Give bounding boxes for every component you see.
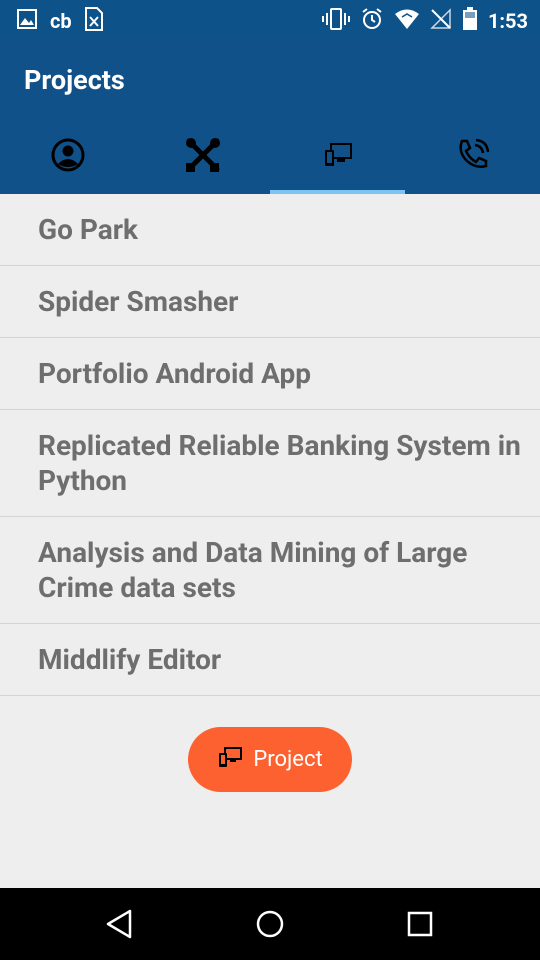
page-title: Projects [24,64,125,96]
wifi-icon [394,8,420,34]
list-item[interactable]: Spider Smasher [0,266,540,338]
tab-projects[interactable] [270,120,405,194]
battery-icon [462,7,478,35]
app-bar: Projects [0,38,540,194]
sim-card-icon [84,7,104,35]
cb-icon: cb [50,9,72,33]
back-button[interactable] [104,908,136,940]
tab-bar [0,120,540,194]
phone-ringing-icon [455,137,491,177]
list-item[interactable]: Analysis and Data Mining of Large Crime … [0,517,540,624]
tab-contact[interactable] [405,120,540,194]
back-icon [104,909,136,944]
recents-button[interactable] [404,908,436,940]
list-item[interactable]: Replicated Reliable Banking System in Py… [0,410,540,517]
tab-skills[interactable] [135,120,270,194]
project-list: Go Park Spider Smasher Portfolio Android… [0,194,540,696]
home-button[interactable] [254,908,286,940]
status-bar: cb 1:53 [0,0,540,38]
home-icon [254,910,286,944]
account-circle-icon [50,137,86,177]
status-left-icons: cb [16,7,104,35]
add-project-label: Project [253,747,323,772]
tab-about[interactable] [0,120,135,194]
devices-icon [323,142,353,172]
tools-icon [183,135,223,179]
devices-icon [217,746,243,774]
status-time: 1:53 [487,9,528,33]
list-item[interactable]: Middlify Editor [0,624,540,696]
vibrate-icon [321,7,350,35]
list-item[interactable]: Go Park [0,194,540,266]
status-right-icons: 1:53 [321,7,528,35]
no-signal-icon [430,8,452,34]
list-item[interactable]: Portfolio Android App [0,338,540,410]
alarm-icon [360,7,384,35]
recents-icon [404,911,436,944]
navigation-bar [0,888,540,960]
gallery-icon [16,8,38,34]
add-project-button[interactable]: Project [188,727,352,792]
